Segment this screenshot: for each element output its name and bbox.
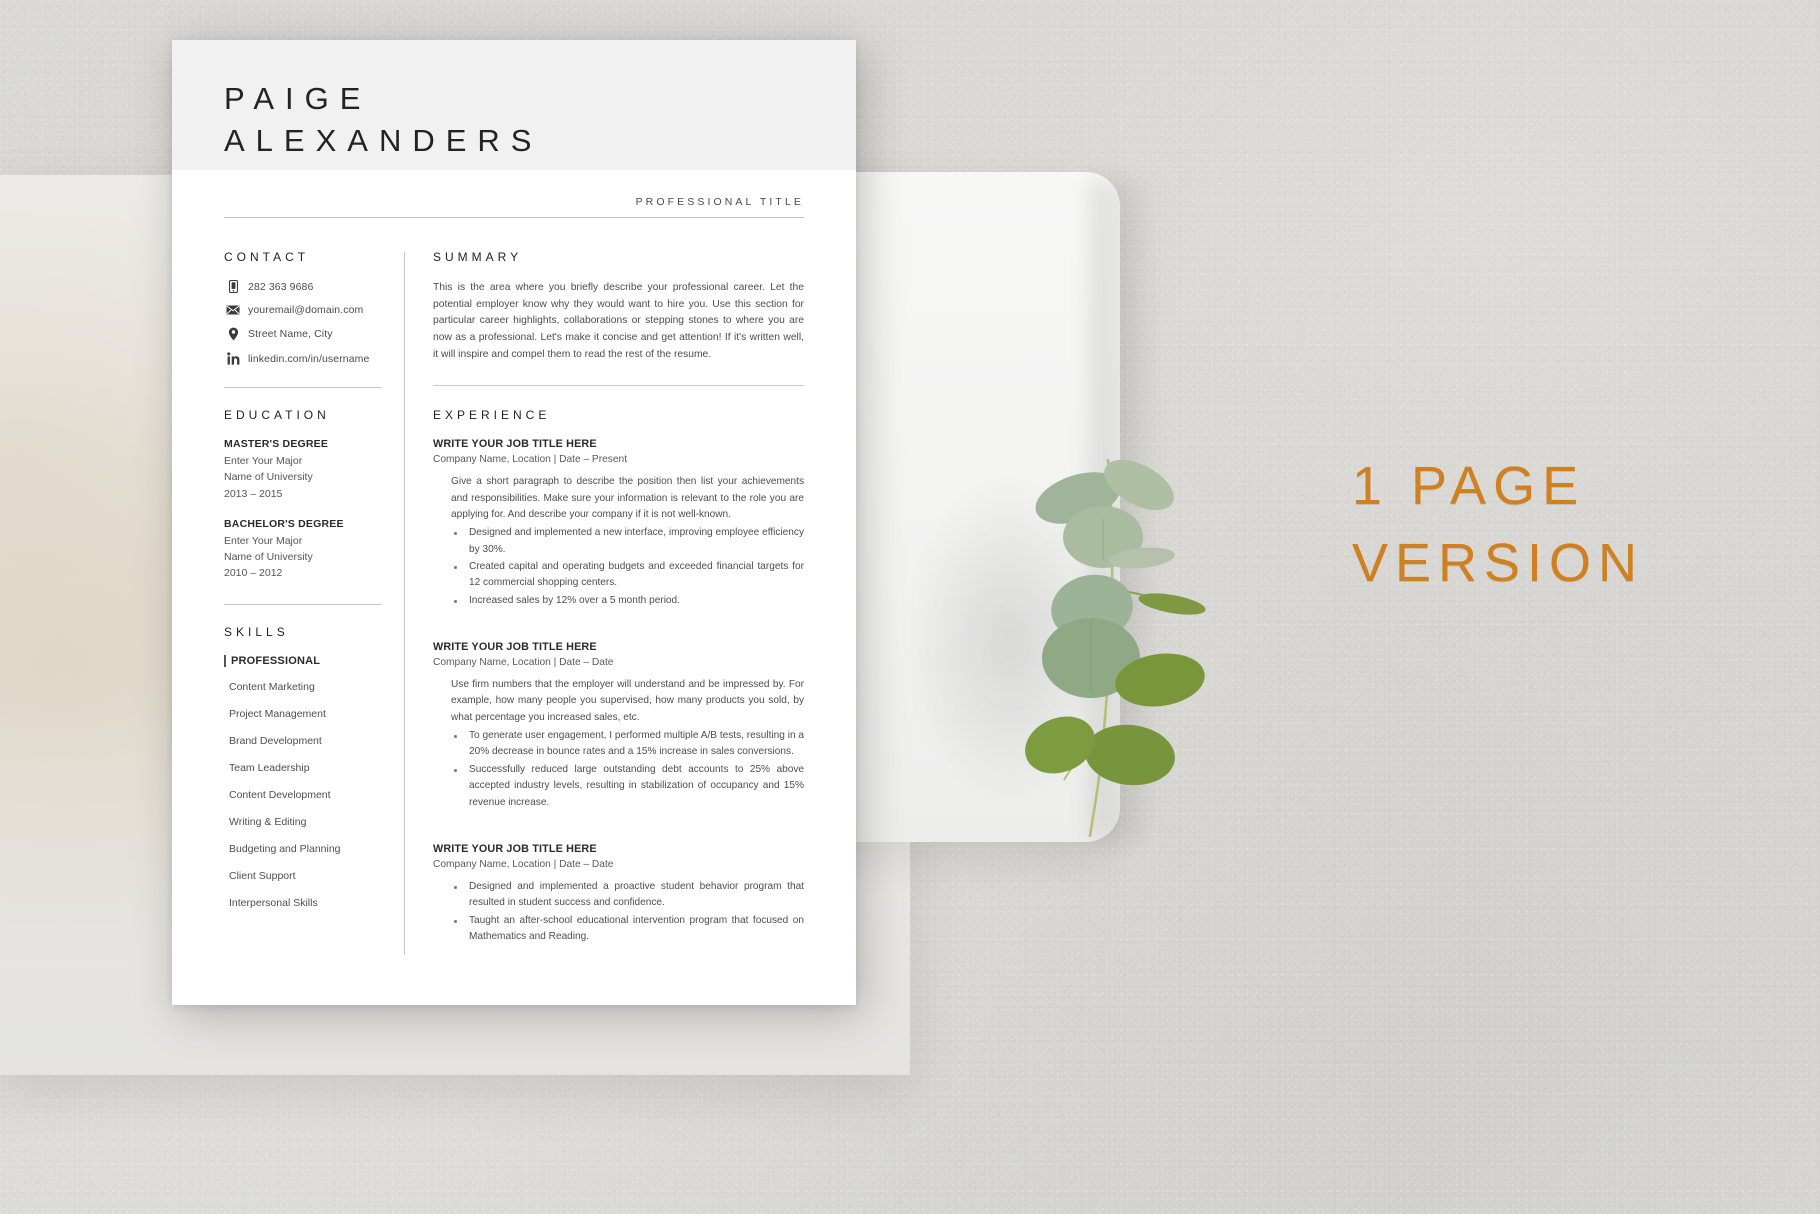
job-bullets: To generate user engagement, I performed… [433, 728, 804, 811]
resume-body: CONTACT 282 363 9686 youremail@domain.co… [172, 218, 856, 956]
education-entry: MASTER'S DEGREE Enter Your Major Name of… [224, 438, 382, 502]
education-major: Enter Your Major [224, 455, 303, 467]
job-title: WRITE YOUR JOB TITLE HERE [433, 842, 597, 855]
skill-item: Writing & Editing [229, 815, 307, 828]
job-spacer [433, 821, 804, 843]
skills-group-label: PROFESSIONAL [224, 654, 382, 667]
job-spacer [433, 619, 804, 641]
left-column: CONTACT 282 363 9686 youremail@domain.co… [224, 250, 404, 955]
contact-phone-text: 282 363 9686 [248, 280, 314, 293]
skill-item: Brand Development [229, 734, 322, 747]
resume-header: PAIGE ALEXANDERS [172, 40, 856, 170]
job-bullet: Increased sales by 12% over a 5 month pe… [451, 593, 804, 609]
professional-title: PROFESSIONAL TITLE [635, 196, 804, 208]
envelope-icon [224, 305, 242, 315]
contact-linkedin-text: linkedin.com/in/username [248, 352, 370, 365]
experience-job: WRITE YOUR JOB TITLE HERE Company Name, … [433, 843, 804, 945]
location-pin-icon [224, 327, 242, 341]
promo-text: 1 PAGE VERSION [1352, 448, 1772, 601]
job-description: Give a short paragraph to describe the p… [451, 476, 804, 521]
skill-item: Content Development [229, 788, 331, 801]
skill-item: Budgeting and Planning [229, 842, 341, 855]
summary-heading: SUMMARY [433, 250, 523, 264]
education-school: Name of University [224, 551, 313, 564]
job-title: WRITE YOUR JOB TITLE HERE [433, 438, 597, 451]
skill-item: Client Support [229, 869, 296, 882]
contact-item-address: Street Name, City [224, 327, 382, 341]
contact-email-text: youremail@domain.com [248, 304, 364, 316]
promo-line-1: 1 PAGE [1352, 456, 1586, 516]
summary-text: This is the area where you briefly descr… [433, 282, 804, 360]
right-column: SUMMARY This is the area where you brief… [405, 250, 804, 955]
job-bullets: Designed and implemented a proactive stu… [433, 879, 804, 945]
eucalyptus-sprig [940, 440, 1270, 840]
education-years: 2013 – 2015 [224, 487, 283, 500]
name-first: PAIGE [224, 81, 372, 116]
promo-line-2: VERSION [1352, 532, 1645, 593]
phone-icon [224, 280, 242, 293]
education-major: Enter Your Major [224, 534, 303, 547]
job-bullet: Taught an after-school educational inter… [451, 913, 804, 946]
skill-item: Content Marketing [229, 680, 315, 693]
experience-job: WRITE YOUR JOB TITLE HERE Company Name, … [433, 641, 804, 811]
left-divider-1 [224, 387, 382, 388]
job-bullet: Designed and implemented a proactive stu… [451, 879, 804, 912]
education-entry: BACHELOR'S DEGREE Enter Your Major Name … [224, 518, 382, 582]
skill-item: Interpersonal Skills [229, 896, 318, 909]
contact-address-text: Street Name, City [248, 328, 333, 340]
experience-heading: EXPERIENCE [433, 408, 551, 423]
resume-sheet: PAIGE ALEXANDERS PROFESSIONAL TITLE CONT… [172, 40, 856, 1005]
job-meta: Company Name, Location | Date – Date [433, 657, 614, 669]
contact-heading: CONTACT [224, 250, 310, 264]
job-bullet: Designed and implemented a new interface… [451, 525, 804, 558]
job-description: Use firm numbers that the employer will … [451, 679, 804, 723]
name-last: ALEXANDERS [224, 122, 543, 158]
skill-item: Team Leadership [229, 761, 310, 774]
job-bullet: To generate user engagement, I performed… [451, 728, 804, 761]
education-degree: BACHELOR'S DEGREE [224, 517, 344, 530]
right-divider-1 [433, 385, 804, 387]
linkedin-icon [224, 352, 242, 365]
education-degree: MASTER'S DEGREE [224, 438, 329, 450]
job-title: WRITE YOUR JOB TITLE HERE [433, 641, 597, 654]
left-divider-2 [224, 603, 382, 605]
job-meta: Company Name, Location | Date – Present [433, 454, 628, 466]
job-bullets: Designed and implemented a new interface… [433, 525, 804, 609]
experience-job: WRITE YOUR JOB TITLE HERE Company Name, … [433, 438, 804, 609]
skills-heading: SKILLS [224, 624, 289, 639]
education-heading: EDUCATION [224, 408, 330, 422]
professional-title-row: PROFESSIONAL TITLE [224, 192, 804, 210]
contact-item-phone: 282 363 9686 [224, 280, 382, 293]
job-bullet: Successfully reduced large outstanding d… [451, 762, 804, 811]
contact-list: 282 363 9686 youremail@domain.com Street… [224, 280, 382, 365]
job-bullet: Created capital and operating budgets an… [451, 559, 804, 592]
education-years: 2010 – 2012 [224, 567, 283, 580]
contact-item-email: youremail@domain.com [224, 304, 382, 316]
education-school: Name of University [224, 471, 313, 484]
job-meta: Company Name, Location | Date – Date [433, 858, 614, 870]
skill-item: Project Management [229, 707, 326, 720]
contact-item-linkedin: linkedin.com/in/username [224, 352, 382, 365]
